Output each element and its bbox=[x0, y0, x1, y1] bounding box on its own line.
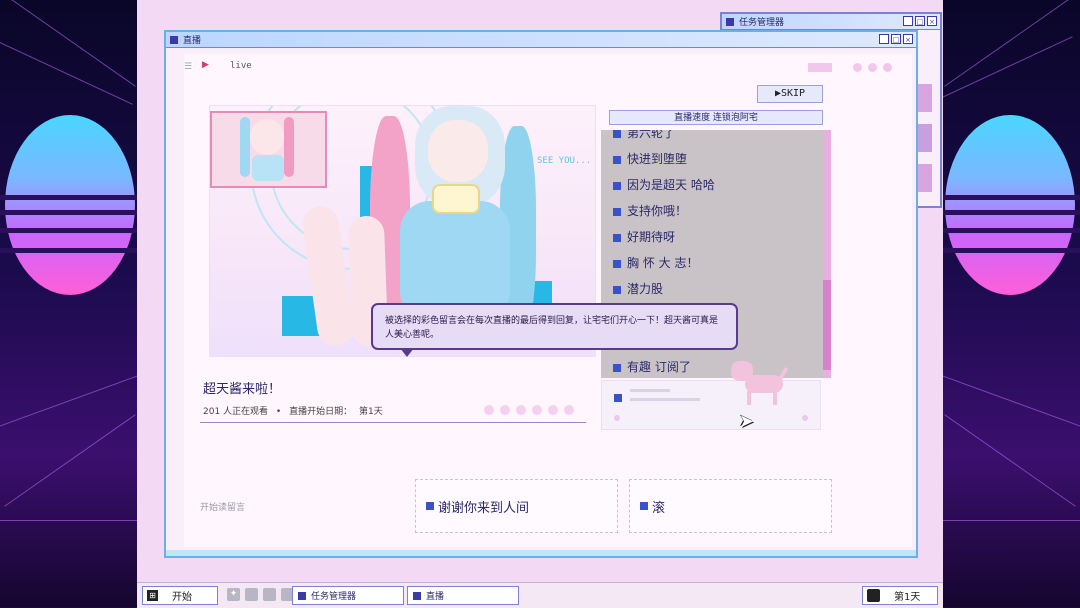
skip-button[interactable]: ▶SKIP bbox=[757, 85, 823, 103]
maximize-icon[interactable]: □ bbox=[915, 16, 925, 26]
app-icon[interactable] bbox=[245, 588, 258, 601]
taskbar-task-manager[interactable]: 任务管理器 bbox=[292, 586, 404, 605]
stream-meta: 201 人正在观看 • 直播开始日期： 第1天 bbox=[203, 407, 383, 417]
viewer-count: 201 人正在观看 bbox=[203, 407, 269, 417]
live-label: live bbox=[230, 61, 252, 71]
live-bar: ☰ ▶ live bbox=[184, 54, 912, 80]
chat-message[interactable]: 第六轮了 bbox=[613, 130, 675, 141]
stream-title: 超天酱来啦！ bbox=[203, 382, 282, 397]
menu-icon[interactable]: ☰ bbox=[184, 62, 192, 72]
reply-option-thanks[interactable]: 谢谢你来到人间 bbox=[415, 479, 618, 533]
taskbar-stream[interactable]: 直播 bbox=[407, 586, 519, 605]
quick-launch: ✦ bbox=[227, 588, 294, 601]
chat-message[interactable]: 因为是超天 哈哈 bbox=[613, 176, 715, 193]
close-icon[interactable]: × bbox=[927, 16, 937, 26]
chat-message[interactable]: 胸 怀 大 志！ bbox=[613, 254, 698, 271]
chat-message[interactable]: 潜力股 bbox=[613, 280, 663, 297]
app-icon[interactable] bbox=[263, 588, 276, 601]
day-icon bbox=[867, 589, 880, 602]
stream-titlebar[interactable]: 直播 _ □ × bbox=[166, 32, 916, 48]
stream-dots bbox=[484, 405, 574, 415]
cat-icon bbox=[731, 361, 791, 406]
taskbar: ⊞ 开始 ✦ 任务管理器 直播 第1天 bbox=[137, 582, 943, 608]
minimize-icon[interactable]: _ bbox=[879, 34, 889, 44]
chat-message[interactable]: 好期待呀 bbox=[613, 228, 675, 245]
see-you-text: SEE YOU... bbox=[537, 156, 592, 166]
bird-icon[interactable]: ✦ bbox=[227, 588, 240, 601]
task-manager-titlebar[interactable]: 任务管理器 _ □ × bbox=[722, 14, 940, 30]
chat-scrollbar[interactable] bbox=[823, 130, 831, 378]
window-status-strip bbox=[166, 550, 916, 556]
start-icon: ⊞ bbox=[147, 590, 158, 601]
hint-tooltip: 被选择的彩色留言会在每次直播的最后得到回复，让宅宅们开心一下！超天酱可真是人美心… bbox=[371, 303, 738, 350]
stream-window-title: 直播 bbox=[183, 36, 202, 46]
close-icon[interactable]: × bbox=[903, 34, 913, 44]
background-right bbox=[940, 0, 1080, 607]
chat-title: 直播速度 连锁泡阿宅 bbox=[609, 110, 823, 125]
start-date-value: 第1天 bbox=[359, 407, 383, 417]
start-button[interactable]: ⊞ 开始 bbox=[142, 586, 218, 605]
play-icon: ▶ bbox=[202, 60, 209, 70]
webcam-thumbnail bbox=[210, 111, 327, 188]
reply-label: 开始读留言 bbox=[200, 503, 246, 513]
cursor-icon: ➤ bbox=[739, 411, 755, 432]
background-left bbox=[0, 0, 140, 607]
reply-option-get-lost[interactable]: 滚 bbox=[629, 479, 832, 533]
character-face bbox=[428, 120, 488, 182]
minimize-icon[interactable]: _ bbox=[903, 16, 913, 26]
sun-graphic bbox=[945, 115, 1075, 295]
task-manager-title: 任务管理器 bbox=[739, 18, 785, 28]
chat-message[interactable]: 有趣 订阅了 bbox=[613, 358, 691, 375]
chat-message[interactable]: 支持你哦！ bbox=[613, 202, 687, 219]
chat-message[interactable]: 快进到堕堕 bbox=[613, 150, 687, 167]
live-pill bbox=[808, 63, 832, 72]
maximize-icon[interactable]: □ bbox=[891, 34, 901, 44]
window-icon bbox=[726, 17, 734, 26]
start-date-label: 直播开始日期： bbox=[289, 407, 353, 417]
character-bow bbox=[432, 184, 480, 214]
day-indicator: 第1天 bbox=[862, 586, 938, 605]
tooltip-tail bbox=[400, 348, 414, 357]
sun-graphic bbox=[5, 115, 135, 295]
window-icon bbox=[170, 35, 178, 44]
live-dots bbox=[853, 63, 892, 72]
